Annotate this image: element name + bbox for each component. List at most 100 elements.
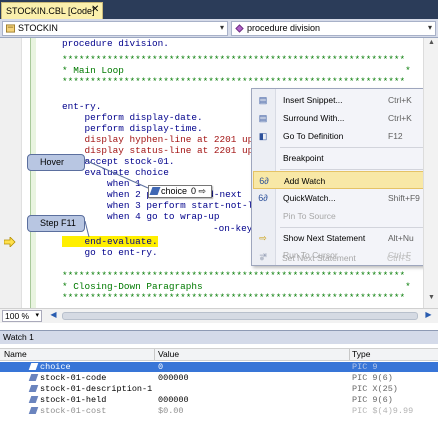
close-icon[interactable]: ✕: [91, 5, 99, 15]
watch-row-type: PIC 9(6): [352, 373, 393, 383]
variable-icon: [149, 187, 161, 195]
chevron-down-icon: ▾: [219, 23, 224, 32]
scroll-up-icon[interactable]: ▲: [425, 39, 438, 52]
code-line-comment: * Closing-Down Paragraphs *: [62, 281, 411, 292]
chevron-down-icon: ▾: [427, 23, 432, 32]
menu-item-insert-snippet[interactable]: ▤ Insert Snippet... Ctrl+K: [253, 91, 438, 109]
watch-row-type: PIC $(4)9.99: [352, 406, 414, 416]
definition-icon: ◧: [258, 131, 268, 141]
tab-stockin-code[interactable]: STOCKIN.CBL [Code] ✕: [1, 2, 103, 19]
watch-row-name: choice: [40, 362, 71, 372]
column-header-type[interactable]: Type: [352, 349, 370, 360]
column-header-name[interactable]: Name: [4, 349, 27, 360]
datatip-value[interactable]: 0: [191, 186, 196, 196]
column-divider[interactable]: [154, 349, 155, 360]
menu-item-add-watch[interactable]: 6∂ Add Watch: [253, 171, 438, 189]
code-line-comment: ****************************************…: [62, 54, 406, 65]
watch-row[interactable]: stock-01-code 000000 PIC 9(6): [0, 373, 438, 383]
code-line: perform display-date.: [62, 112, 203, 123]
watch-row-type: PIC 9: [352, 362, 378, 372]
editor-bottom-bar: 100 % ▾ ◀ ▶: [0, 308, 438, 323]
watch-row[interactable]: stock-01-held 000000 PIC 9(6): [0, 395, 438, 405]
context-menu: ▤ Insert Snippet... Ctrl+K ▤ Surround Wi…: [251, 88, 438, 266]
datatip[interactable]: choice 0 ⇨: [148, 185, 212, 198]
navigation-bar: STOCKIN ▾ procedure division ▾: [0, 19, 438, 38]
code-line: ent-ry.: [62, 101, 102, 112]
watch-window: Watch 1 Name Value Type choice 0 PIC 9 s…: [0, 330, 438, 435]
code-line-comment: ****************************************…: [62, 76, 406, 87]
code-line: perform display-time.: [62, 123, 203, 134]
type-dropdown-value: STOCKIN: [18, 23, 58, 33]
quickwatch-icon: 6∂: [258, 193, 268, 203]
variable-icon: [28, 374, 39, 381]
next-statement-icon: ⇨: [259, 233, 267, 243]
menu-item-breakpoint[interactable]: Breakpoint: [253, 149, 438, 167]
code-line: when 4 go to wrap-up: [62, 211, 220, 222]
menu-separator: [280, 147, 434, 148]
hover-callout: Hover: [27, 154, 85, 171]
watch-row-name: stock-01-cost: [40, 406, 107, 416]
code-line: display status-line at 2201 upon: [62, 145, 265, 156]
watch-row[interactable]: stock-01-cost $0.00 PIC $(4)9.99: [0, 406, 438, 416]
code-line: go to ent-ry.: [62, 247, 158, 258]
scroll-left-icon[interactable]: ◀: [47, 310, 60, 322]
code-line: display hyphen-line at 2201 upon: [62, 134, 265, 145]
chevron-down-icon: ▾: [35, 312, 39, 319]
variable-icon: [28, 385, 39, 392]
division-icon: [235, 24, 244, 33]
watch-row-type: PIC 9(6): [352, 395, 393, 405]
menu-item-set-next-statement-row[interactable]: ● Set Next Statement Ctrl+S: [252, 249, 437, 267]
vertical-scrollbar[interactable]: ▲ ▼: [423, 38, 438, 308]
column-header-value[interactable]: Value: [158, 349, 179, 360]
horizontal-scroll-thumb[interactable]: [62, 312, 418, 320]
selection-margin: [22, 38, 27, 308]
watch-row-name: stock-01-held: [40, 395, 107, 405]
pin-icon[interactable]: ⇨: [199, 186, 207, 196]
code-line: procedure division.: [62, 38, 169, 49]
snippet-icon: ▤: [258, 95, 268, 105]
set-next-icon: ●: [259, 253, 265, 263]
code-line-comment: ****************************************…: [62, 270, 406, 281]
current-statement-highlight: end-evaluate.: [62, 236, 158, 247]
current-statement-arrow-icon: [4, 237, 16, 247]
column-divider[interactable]: [349, 349, 350, 360]
menu-item-go-to-definition[interactable]: ◧ Go To Definition F12: [253, 127, 438, 145]
menu-separator: [280, 169, 434, 170]
program-icon: [6, 24, 15, 33]
watch-row-value[interactable]: 0: [158, 362, 163, 372]
watch-row-value[interactable]: $0.00: [158, 406, 184, 416]
indicator-margin[interactable]: [0, 38, 22, 308]
variable-icon: [28, 363, 39, 370]
watch-row[interactable]: stock-01-description-1 PIC X(25): [0, 384, 438, 394]
zoom-value: 100 %: [5, 311, 30, 321]
watch-window-title: Watch 1: [0, 331, 438, 344]
member-dropdown[interactable]: procedure division ▾: [231, 21, 436, 36]
watch-row-name: stock-01-code: [40, 373, 107, 383]
step-callout: Step F11: [27, 215, 85, 232]
watch-row[interactable]: choice 0 PIC 9: [0, 362, 438, 372]
menu-item-quickwatch[interactable]: 6∂ QuickWatch... Shift+F9: [253, 189, 438, 207]
scroll-right-icon[interactable]: ▶: [422, 310, 435, 322]
member-dropdown-value: procedure division: [247, 23, 321, 33]
watch-icon: 6∂: [259, 176, 269, 186]
zoom-dropdown[interactable]: 100 % ▾: [2, 310, 42, 322]
watch-row-value[interactable]: 000000: [158, 395, 189, 405]
watch-row-value[interactable]: 000000: [158, 373, 189, 383]
surround-icon: ▤: [258, 113, 268, 123]
watch-row-name: stock-01-description-1: [40, 384, 153, 394]
watch-column-headers: Name Value Type: [0, 348, 438, 361]
code-line: when 1: [62, 178, 141, 189]
datatip-name: choice: [161, 186, 188, 196]
scroll-down-icon[interactable]: ▼: [425, 294, 438, 307]
outlining-margin: [30, 38, 36, 308]
variable-icon: [28, 407, 39, 414]
menu-separator: [280, 227, 434, 228]
watch-row-type: PIC X(25): [352, 384, 398, 394]
type-dropdown[interactable]: STOCKIN ▾: [2, 21, 228, 36]
menu-item-pin-to-source[interactable]: Pin To Source: [253, 207, 438, 225]
code-line-comment: ****************************************…: [62, 292, 406, 303]
menu-item-show-next-statement[interactable]: ⇨ Show Next Statement Alt+Nu: [253, 229, 438, 247]
variable-icon: [28, 396, 39, 403]
menu-item-surround-with[interactable]: ▤ Surround With... Ctrl+K: [253, 109, 438, 127]
code-line-tail: -on-key: [213, 223, 253, 234]
